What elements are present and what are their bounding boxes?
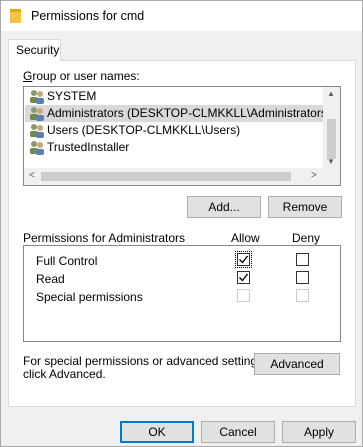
scroll-right-icon[interactable]: > [311,170,317,181]
add-button[interactable]: Add... [187,196,261,218]
scroll-left-icon[interactable]: < [29,170,35,181]
users-group-icon [30,90,44,104]
full-control-deny-checkbox[interactable] [296,253,309,266]
read-deny-checkbox[interactable] [296,271,309,284]
vertical-scrollbar[interactable]: ▲ ▼ [323,87,340,169]
group-or-user-names-label: Group or user names: [23,69,140,83]
horizontal-scrollbar[interactable]: < > [24,168,323,185]
full-control-allow-checkbox[interactable] [235,251,252,268]
user-name: SYSTEM [47,89,97,103]
list-item[interactable]: SYSTEM [25,88,324,105]
list-item[interactable]: Administrators (DESKTOP-CLMKKLL\Administ… [25,105,331,122]
scroll-down-icon[interactable]: ▼ [327,157,335,166]
permission-name: Special permissions [36,290,143,304]
vertical-scroll-thumb[interactable] [327,119,336,159]
check-icon [239,255,249,264]
advanced-button[interactable]: Advanced [254,353,340,375]
tab-security[interactable]: Security [8,39,61,61]
user-name: TrustedInstaller [47,140,130,154]
scroll-up-icon[interactable]: ▲ [327,89,335,98]
security-panel: Group or user names: SYSTEM Administrato… [8,60,356,407]
users-group-icon [30,107,44,121]
ok-button[interactable]: OK [120,421,194,443]
read-allow-checkbox[interactable] [237,271,250,284]
users-listbox[interactable]: SYSTEM Administrators (DESKTOP-CLMKKLL\A… [23,86,341,186]
user-name: Users (DESKTOP-CLMKKLL\Users) [47,123,241,137]
list-item[interactable]: Users (DESKTOP-CLMKKLL\Users) [25,122,324,139]
permissions-label: Permissions for Administrators [23,231,186,245]
apply-button[interactable]: Apply [282,421,356,443]
scrollbar-corner [323,168,340,185]
list-item[interactable]: TrustedInstaller [25,139,324,156]
permission-name: Read [36,272,65,286]
allow-header: Allow [231,231,260,245]
users-group-icon [30,141,44,155]
special-permissions-allow-checkbox [237,289,250,302]
horizontal-scroll-thumb[interactable] [41,172,291,181]
users-group-icon [30,124,44,138]
check-icon [239,273,249,282]
tab-label: Security [16,43,60,57]
deny-header: Deny [292,231,321,245]
remove-button[interactable]: Remove [268,196,342,218]
folder-icon [10,9,21,23]
advanced-note-line2: click Advanced. [23,367,106,381]
user-name: Administrators (DESKTOP-CLMKKLL\Administ… [47,106,331,120]
title-bar[interactable]: Permissions for cmd [1,1,362,31]
permission-name: Full Control [36,254,98,268]
cancel-button[interactable]: Cancel [201,421,275,443]
group-label-rest: roup or user names: [32,69,140,83]
permissions-dialog: Permissions for cmd Security Group or us… [0,0,363,447]
permissions-table: Full Control Read Special permissions [23,245,341,342]
advanced-note-line1: For special permissions or advanced sett… [23,354,267,368]
window-title: Permissions for cmd [31,9,145,23]
special-permissions-deny-checkbox [296,289,309,302]
